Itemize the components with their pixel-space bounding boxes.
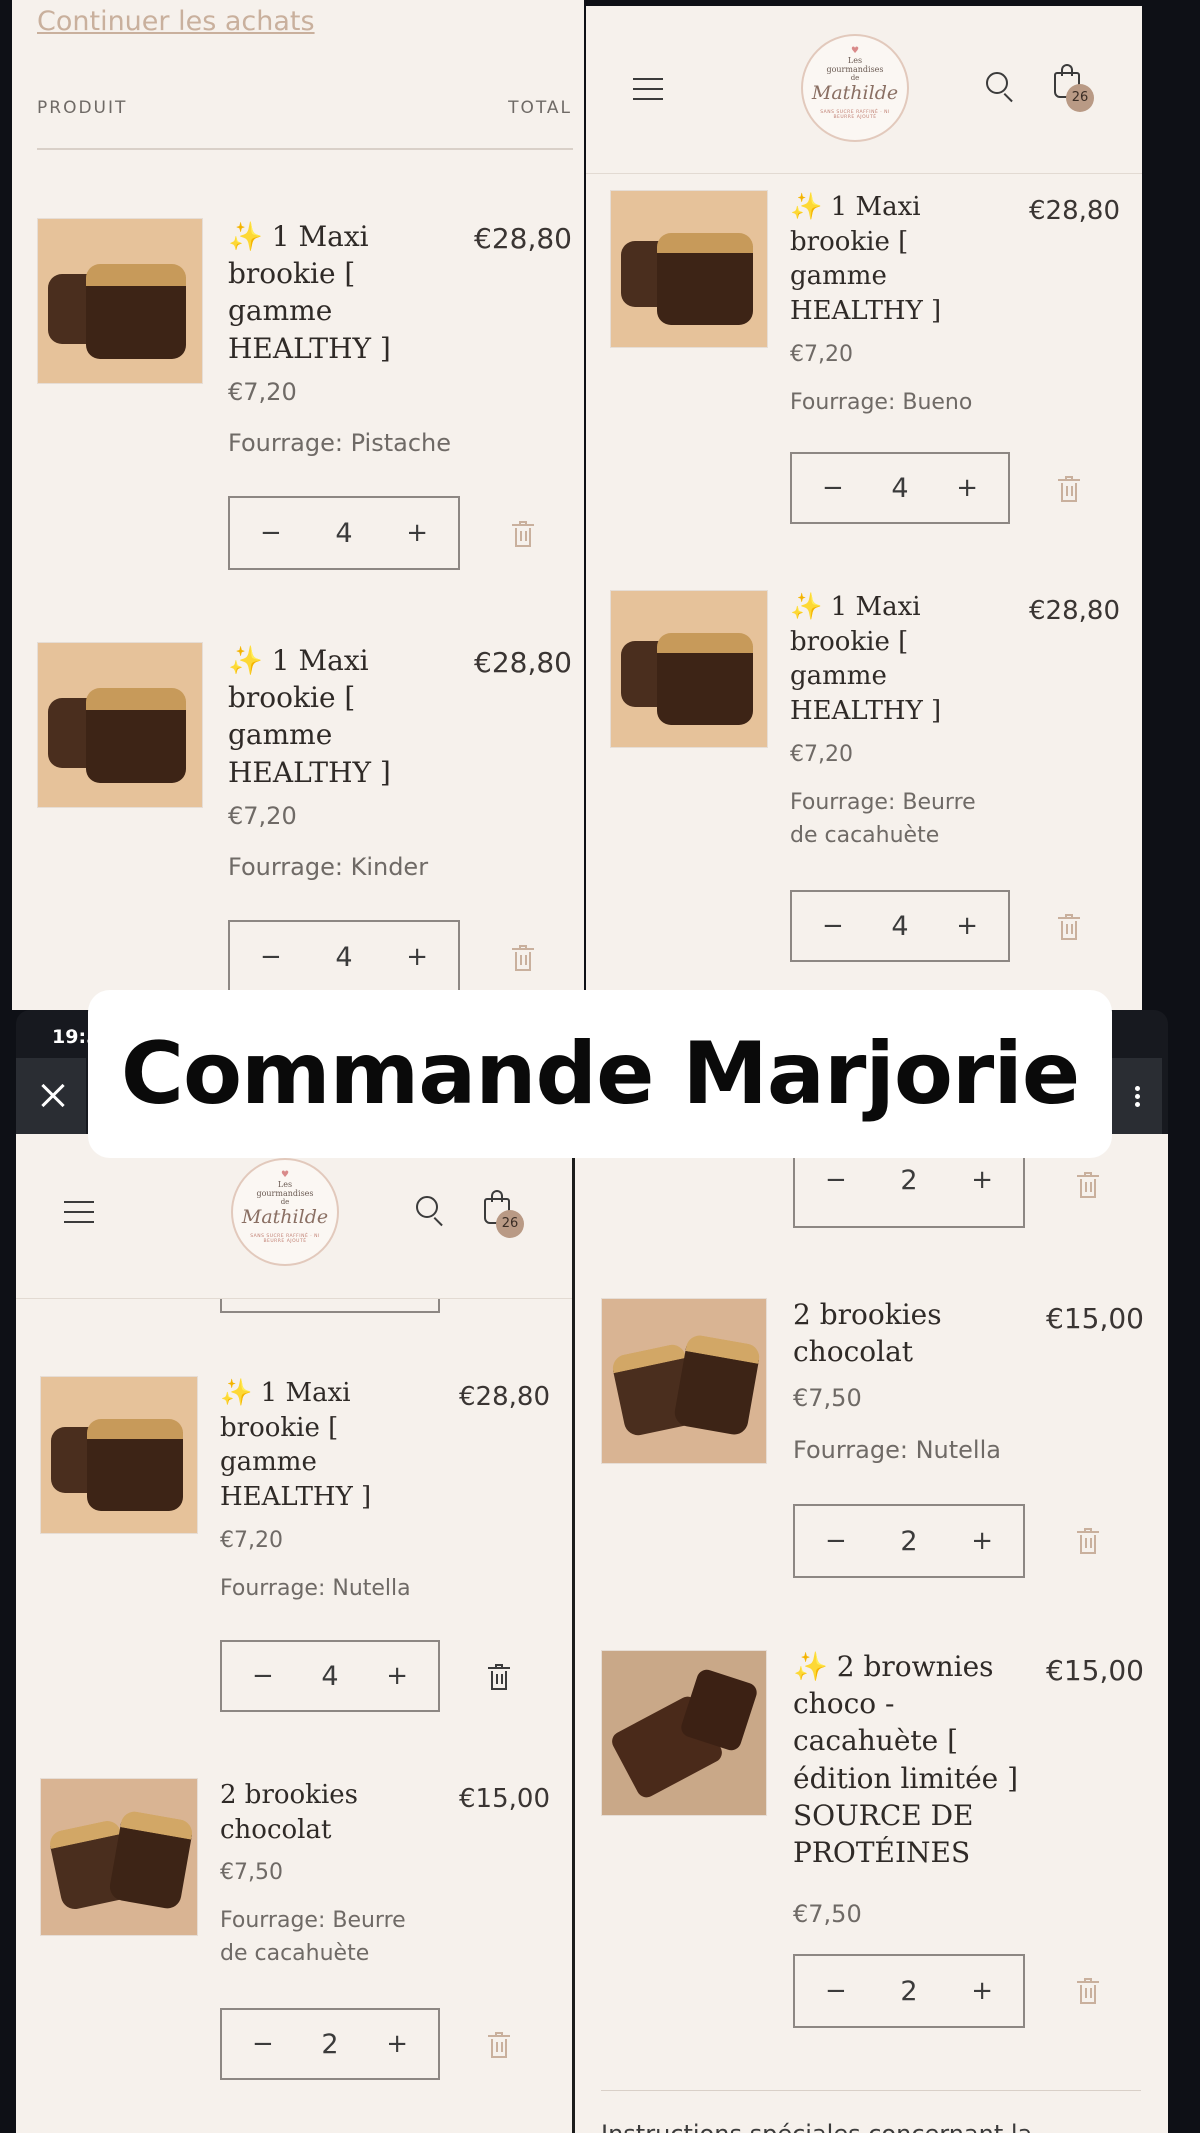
- decrease-quantity-button[interactable]: −: [260, 942, 282, 972]
- cart-item: 2 brookies chocolat €15,00 €7,50 Fourrag…: [16, 1134, 572, 2133]
- trash-icon[interactable]: [512, 945, 534, 971]
- decrease-quantity-button[interactable]: −: [825, 1976, 847, 2006]
- trash-icon[interactable]: [1077, 1978, 1099, 2004]
- increase-quantity-button[interactable]: +: [956, 911, 978, 941]
- product-title[interactable]: 2 brookies chocolat: [220, 1778, 358, 1847]
- line-total: €28,80: [474, 646, 572, 679]
- trash-icon[interactable]: [488, 2032, 510, 2058]
- product-title[interactable]: ✨ 2 brownies choco - cacahuète [ édition…: [793, 1648, 1018, 1871]
- close-icon[interactable]: [16, 1058, 86, 1134]
- line-total: €28,80: [1029, 596, 1120, 626]
- decrease-quantity-button[interactable]: −: [252, 2029, 274, 2059]
- cart-panel-bottom-right: − 2 + 2 brookies chocolat €15,00 €7,50 F…: [575, 1134, 1168, 2133]
- quantity-value[interactable]: 4: [335, 942, 352, 973]
- quantity-value[interactable]: 2: [321, 2029, 338, 2060]
- cart-item: ✨ 2 brownies choco - cacahuète [ édition…: [575, 1134, 1168, 2133]
- quantity-stepper: − 2 +: [793, 1954, 1025, 2028]
- cart-item: ✨ 1 Maxi brookie [ gamme HEALTHY ] €28,8…: [12, 0, 584, 1010]
- product-image[interactable]: [40, 1778, 198, 1936]
- quantity-stepper: − 4 +: [228, 920, 460, 994]
- cart-panel-top-right: ♥ Les gourmandises de Mathilde SANS SUCR…: [586, 6, 1142, 1010]
- panel-divider: [572, 1134, 575, 2133]
- divider: [601, 2090, 1141, 2091]
- increase-quantity-button[interactable]: +: [386, 2029, 408, 2059]
- trash-icon[interactable]: [1058, 914, 1080, 940]
- unit-price: €7,50: [220, 1860, 283, 1885]
- product-image[interactable]: [610, 590, 768, 748]
- overlay-caption: Commande Marjorie: [88, 990, 1112, 1158]
- increase-quantity-button[interactable]: +: [406, 942, 428, 972]
- brookie-slice: [657, 633, 753, 725]
- line-total: €15,00: [1046, 1654, 1144, 1687]
- unit-price: €7,20: [228, 802, 297, 830]
- quantity-stepper: − 2 +: [220, 2008, 440, 2080]
- unit-price: €7,20: [790, 742, 853, 767]
- quantity-value[interactable]: 2: [900, 1976, 917, 2007]
- cart-item: ✨ 1 Maxi brookie [ gamme HEALTHY ] €28,8…: [586, 6, 1142, 1010]
- product-image[interactable]: [601, 1650, 767, 1816]
- product-title[interactable]: ✨ 1 Maxi brookie [ gamme HEALTHY ]: [790, 590, 941, 728]
- product-option: Fourrage: Kinder: [228, 853, 429, 881]
- brookie-piece: [107, 1809, 195, 1911]
- quantity-value[interactable]: 4: [891, 911, 908, 942]
- cart-panel-top-left: Continuer les achats PRODUIT TOTAL ✨ 1 M…: [12, 0, 584, 1010]
- increase-quantity-button[interactable]: +: [971, 1976, 993, 2006]
- line-total: €15,00: [459, 1784, 550, 1814]
- quantity-stepper: − 4 +: [790, 890, 1010, 962]
- brookie-slice: [86, 688, 186, 783]
- unit-price: €7,50: [793, 1900, 862, 1928]
- special-instructions-label[interactable]: Instructions spéciales concernant la...: [601, 2120, 1055, 2133]
- cart-panel-bottom-left: ♥ Les gourmandises de Mathilde SANS SUCR…: [16, 1134, 572, 2133]
- product-image[interactable]: [37, 642, 203, 808]
- more-vertical-icon[interactable]: [1112, 1058, 1162, 1134]
- decrease-quantity-button[interactable]: −: [822, 911, 844, 941]
- product-title[interactable]: ✨ 1 Maxi brookie [ gamme HEALTHY ]: [228, 642, 391, 791]
- overlay-title: Commande Marjorie: [120, 1024, 1080, 1124]
- product-option: Fourrage: Beurre de cacahuète: [220, 1908, 406, 1966]
- product-option: Fourrage: Beurre de cacahuète: [790, 790, 976, 848]
